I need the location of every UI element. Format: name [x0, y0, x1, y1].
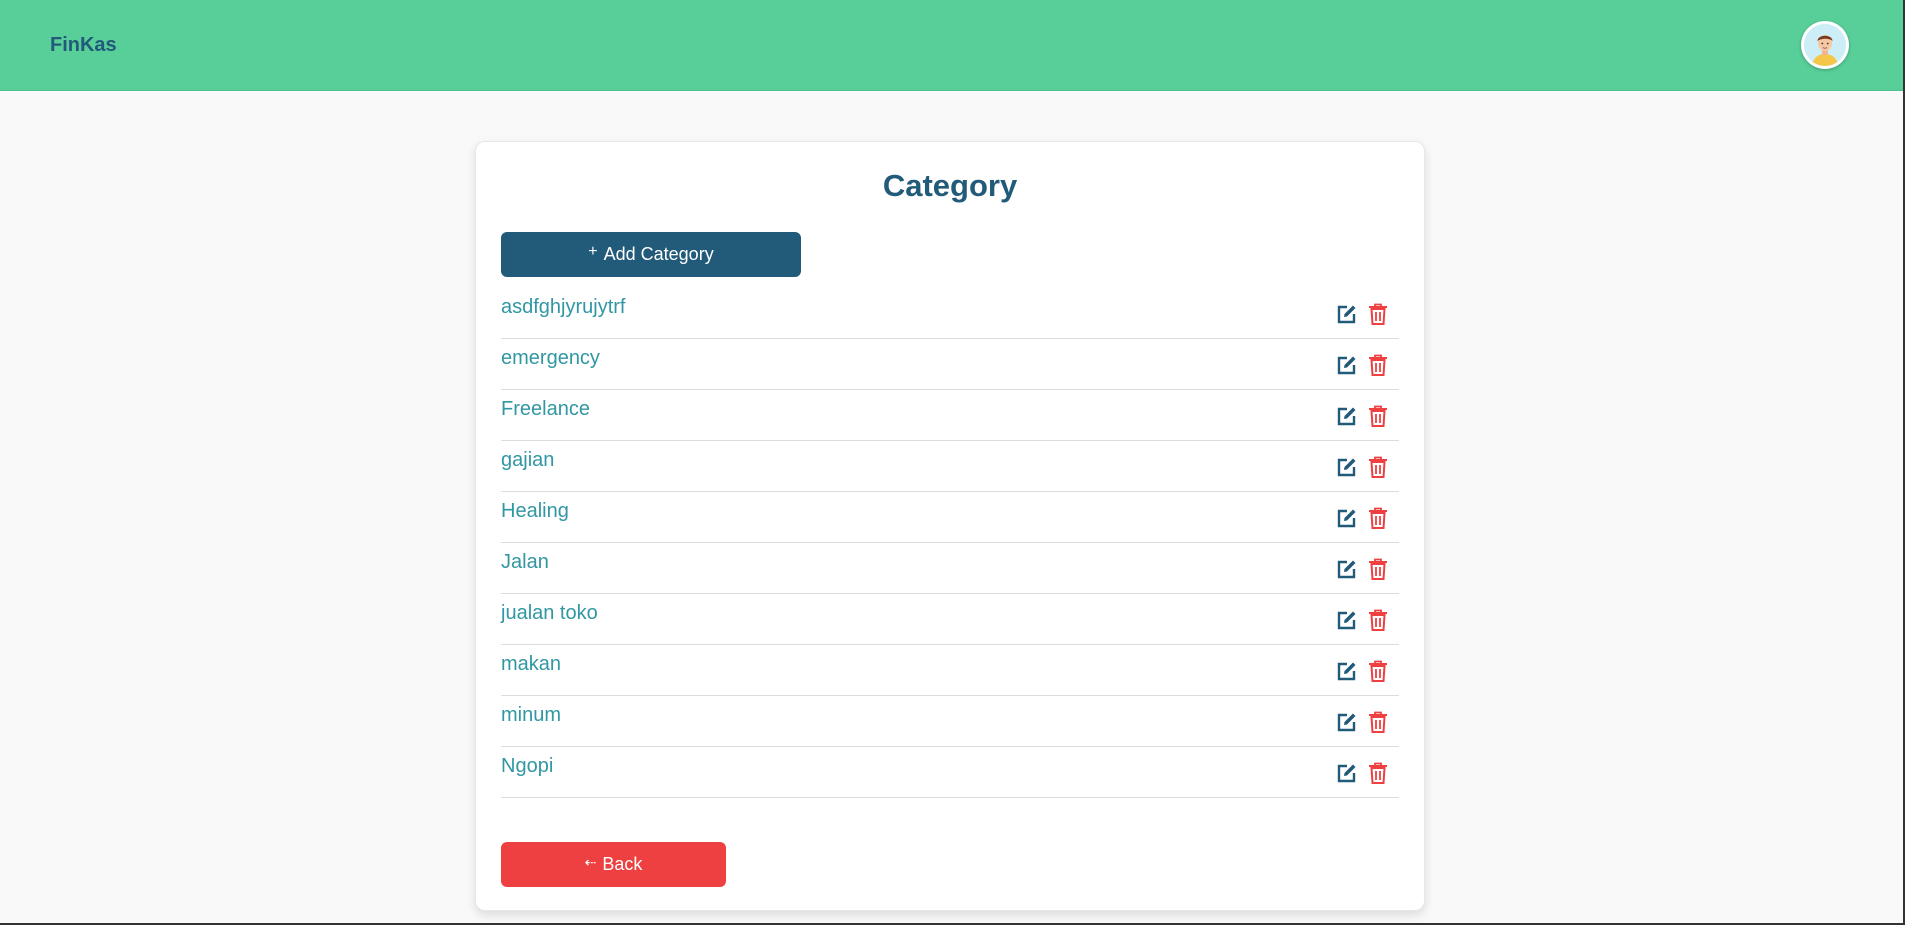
- category-name[interactable]: jualan toko: [501, 602, 598, 625]
- category-name[interactable]: Jalan: [501, 551, 549, 574]
- trash-icon[interactable]: [1367, 404, 1389, 428]
- top-navbar: FinKas: [0, 0, 1903, 91]
- edit-icon[interactable]: [1335, 506, 1357, 530]
- back-label: Back: [602, 854, 643, 874]
- category-name[interactable]: Ngopi: [501, 755, 553, 778]
- trash-icon[interactable]: [1367, 455, 1389, 479]
- category-list: asdfghjyrujytrf emergency Freelance gaji…: [501, 288, 1399, 798]
- trash-icon[interactable]: [1367, 659, 1389, 683]
- trash-icon[interactable]: [1367, 506, 1389, 530]
- add-category-label: Add Category: [603, 244, 714, 264]
- category-row: emergency: [501, 339, 1399, 390]
- category-row: makan: [501, 645, 1399, 696]
- edit-icon[interactable]: [1335, 404, 1357, 428]
- trash-icon[interactable]: [1367, 302, 1389, 326]
- edit-icon[interactable]: [1335, 557, 1357, 581]
- category-row: jualan toko: [501, 594, 1399, 645]
- edit-icon[interactable]: [1335, 761, 1357, 785]
- edit-icon[interactable]: [1335, 710, 1357, 734]
- edit-icon[interactable]: [1335, 608, 1357, 632]
- edit-icon[interactable]: [1335, 302, 1357, 326]
- category-row: Healing: [501, 492, 1399, 543]
- edit-icon[interactable]: [1335, 659, 1357, 683]
- category-row: Ngopi: [501, 747, 1399, 798]
- trash-icon[interactable]: [1367, 710, 1389, 734]
- arrow-left-icon: ⇠: [584, 854, 597, 870]
- trash-icon[interactable]: [1367, 608, 1389, 632]
- category-name[interactable]: minum: [501, 704, 561, 727]
- add-category-button[interactable]: + Add Category: [501, 232, 801, 277]
- brand-logo-text[interactable]: FinKas: [50, 34, 117, 57]
- category-row: minum: [501, 696, 1399, 747]
- plus-icon: +: [588, 242, 598, 260]
- category-name[interactable]: emergency: [501, 347, 600, 370]
- category-card: Category + Add Category asdfghjyrujytrf …: [475, 141, 1425, 911]
- page-title: Category: [882, 168, 1018, 203]
- edit-icon[interactable]: [1335, 353, 1357, 377]
- category-row: gajian: [501, 441, 1399, 492]
- trash-icon[interactable]: [1367, 557, 1389, 581]
- category-row: asdfghjyrujytrf: [501, 288, 1399, 339]
- category-name[interactable]: gajian: [501, 449, 554, 472]
- category-name[interactable]: Freelance: [501, 398, 590, 421]
- user-avatar[interactable]: [1801, 21, 1849, 69]
- avatar-icon: [1804, 24, 1846, 66]
- category-name[interactable]: Healing: [501, 500, 569, 523]
- edit-icon[interactable]: [1335, 455, 1357, 479]
- trash-icon[interactable]: [1367, 353, 1389, 377]
- back-button[interactable]: ⇠ Back: [501, 842, 726, 887]
- category-name[interactable]: makan: [501, 653, 561, 676]
- category-row: Freelance: [501, 390, 1399, 441]
- category-row: Jalan: [501, 543, 1399, 594]
- category-name[interactable]: asdfghjyrujytrf: [501, 296, 626, 319]
- trash-icon[interactable]: [1367, 761, 1389, 785]
